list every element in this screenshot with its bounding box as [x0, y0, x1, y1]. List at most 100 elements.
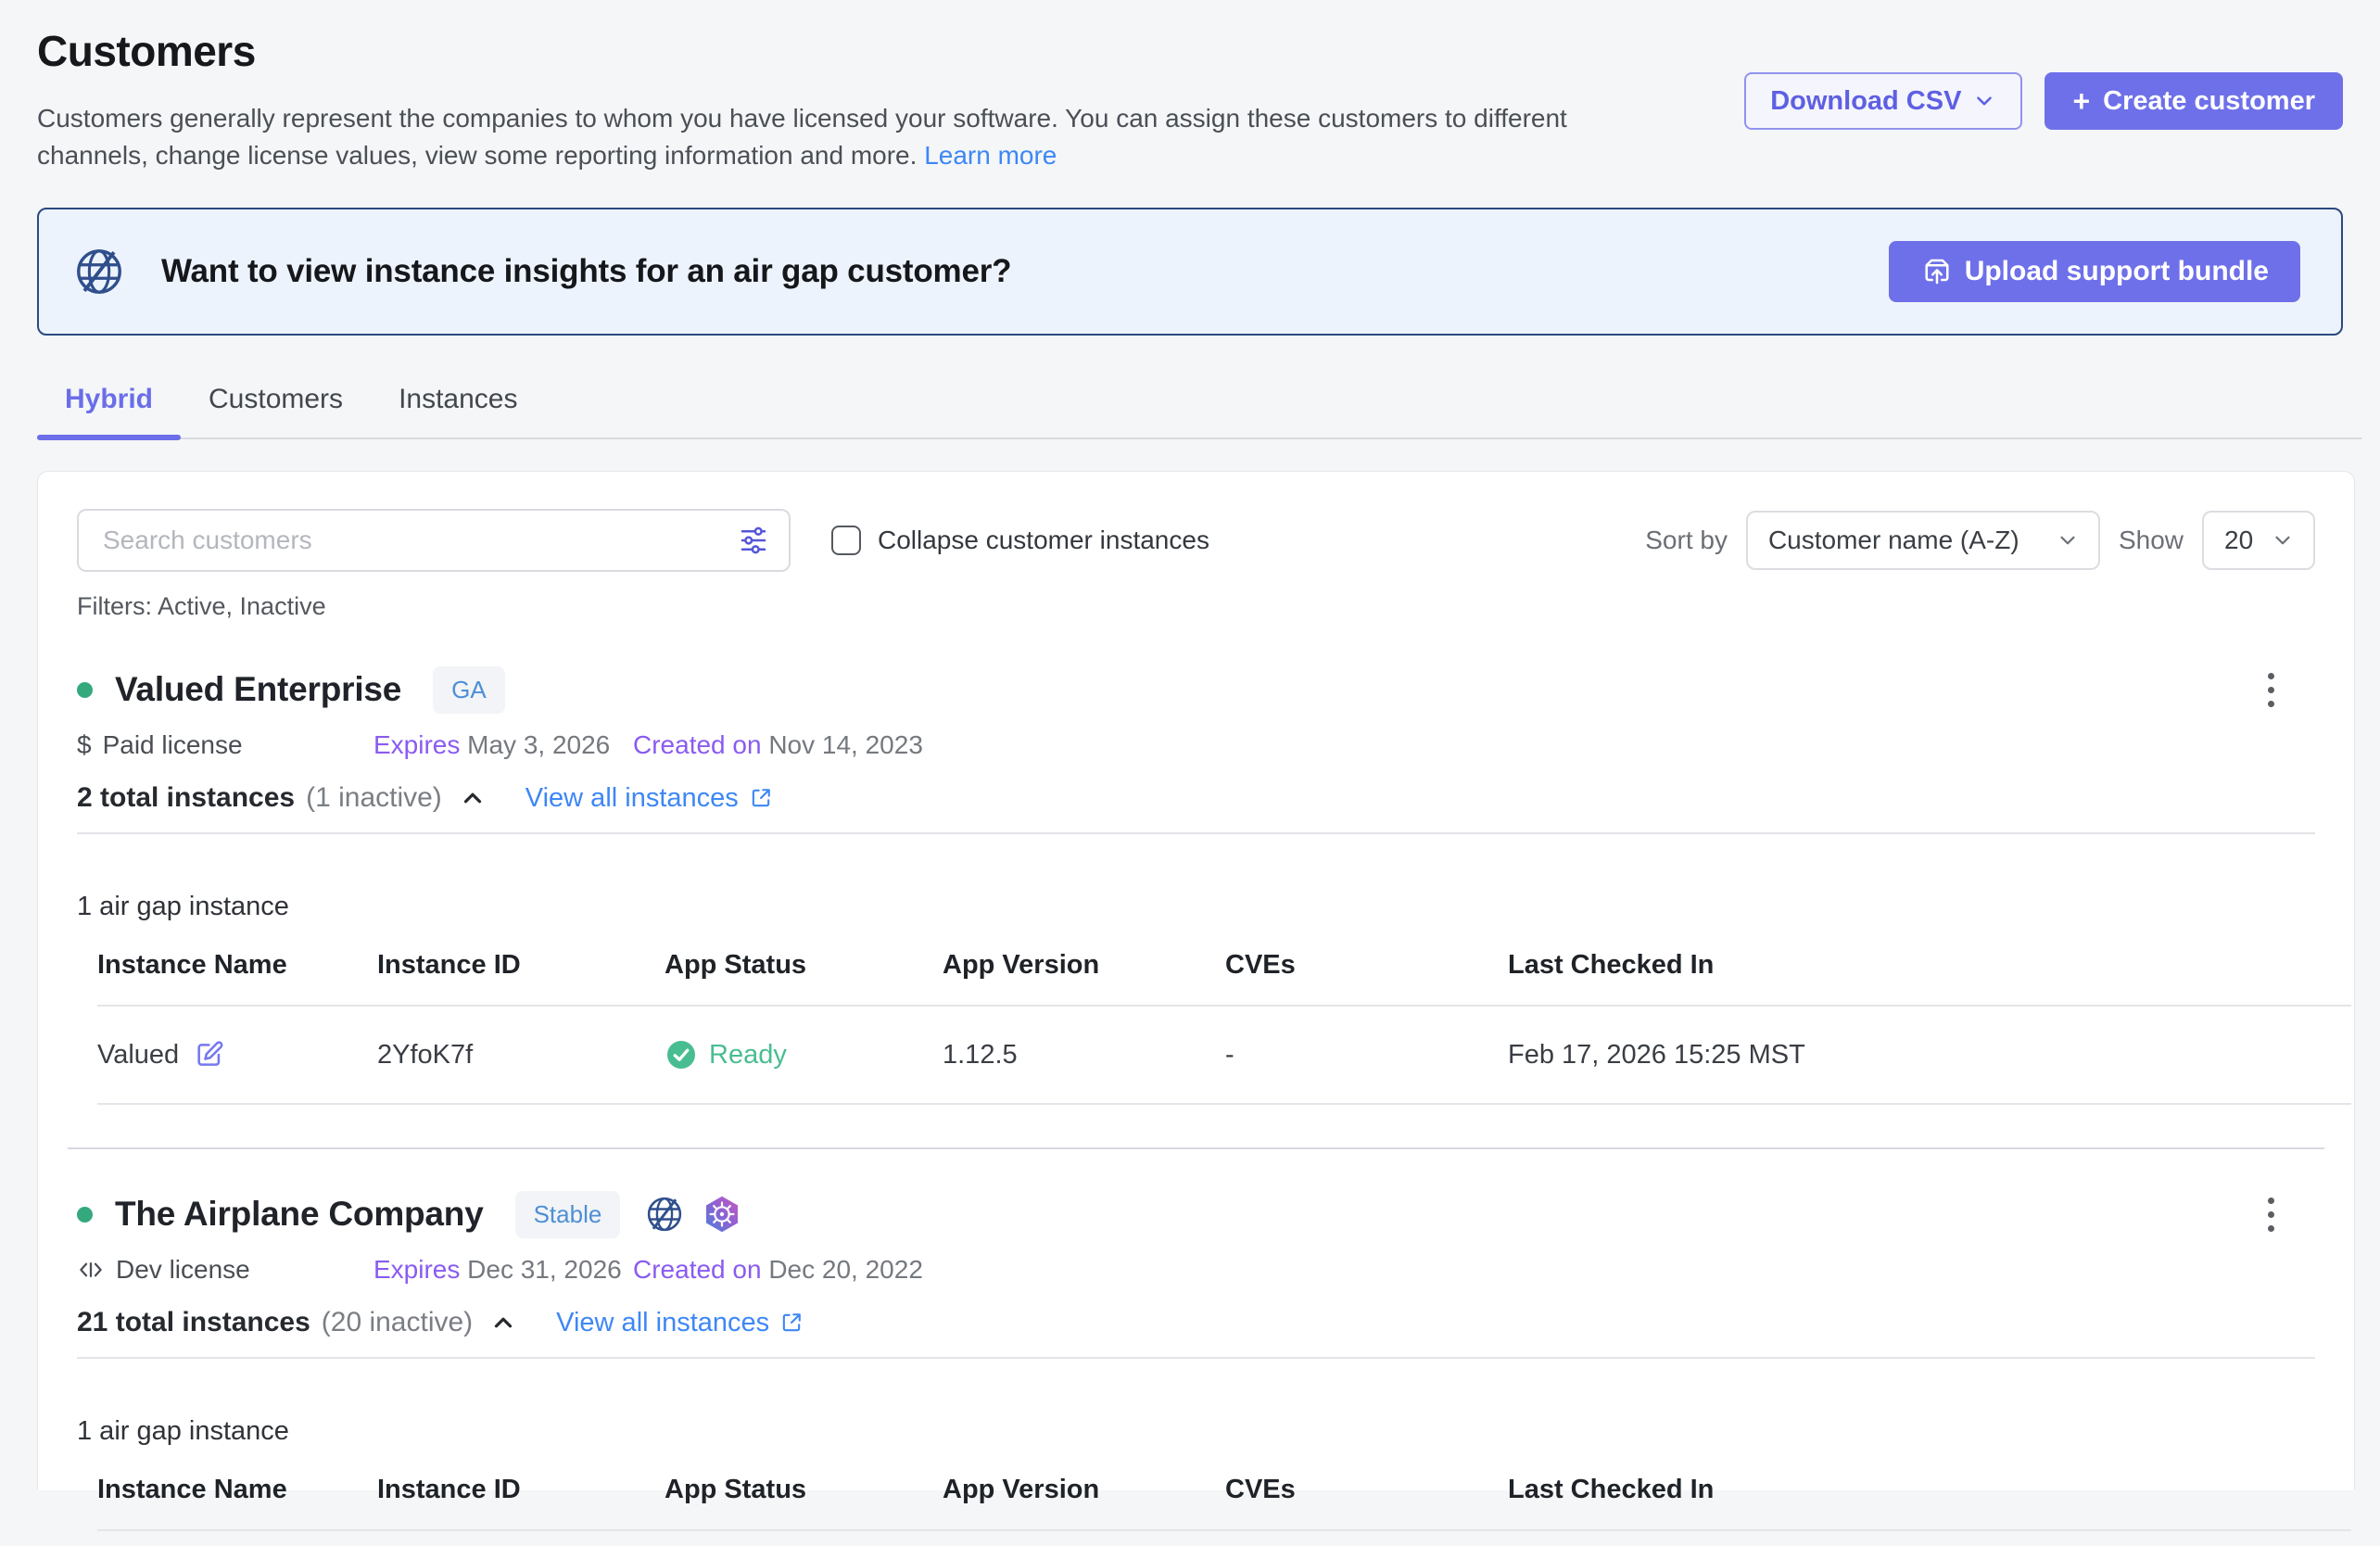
- customer-header: The Airplane Company Stable: [77, 1188, 2315, 1240]
- tab-instances[interactable]: Instances: [371, 384, 545, 437]
- chevron-up-icon[interactable]: [489, 1309, 517, 1337]
- kubernetes-icon: [702, 1194, 742, 1235]
- expires: Expires Dec 31, 2026: [373, 1255, 633, 1285]
- upload-icon: [1920, 255, 1954, 288]
- cves-value: -: [1225, 1006, 1508, 1104]
- expires-value: May 3, 2026: [467, 730, 610, 759]
- instances-table: Instance Name Instance ID App Status App…: [97, 950, 2351, 1105]
- active-status-dot: [77, 1207, 93, 1223]
- tab-hybrid[interactable]: Hybrid: [37, 384, 181, 437]
- dollar-icon: $: [77, 730, 92, 760]
- instance-name: Valued: [97, 1040, 179, 1071]
- last-checked-in: Feb 17, 2026 15:25 MST: [1508, 1006, 2351, 1104]
- divider: [77, 1357, 2315, 1359]
- license-type: Dev license: [77, 1255, 373, 1285]
- customer-name[interactable]: The Airplane Company: [115, 1195, 484, 1234]
- instances-table: Instance Name Instance ID App Status App…: [97, 1475, 2351, 1531]
- search-input[interactable]: [77, 509, 791, 572]
- created-on: Created on Nov 14, 2023: [633, 730, 923, 760]
- page-description-text: Customers generally represent the compan…: [37, 104, 1567, 170]
- sort-by-value: Customer name (A-Z): [1768, 526, 2019, 555]
- chevron-down-icon: [2271, 528, 2295, 552]
- col-cves: CVEs: [1225, 950, 1508, 1006]
- view-all-instances-link[interactable]: View all instances: [556, 1308, 804, 1338]
- divider: [77, 832, 2315, 834]
- chevron-up-icon[interactable]: [459, 784, 487, 812]
- customers-card: Collapse customer instances Sort by Cust…: [37, 471, 2355, 1490]
- expires-value: Dec 31, 2026: [467, 1255, 622, 1284]
- license-type-label: Paid license: [103, 730, 243, 760]
- airgap-globe-icon: [72, 245, 126, 298]
- instances-summary: 2 total instances (1 inactive) View all …: [77, 782, 2315, 814]
- airgap-banner: Want to view instance insights for an ai…: [37, 208, 2343, 336]
- search-wrap: [77, 509, 791, 572]
- show-value: 20: [2224, 526, 2253, 555]
- expires: Expires May 3, 2026: [373, 730, 633, 760]
- upload-support-bundle-label: Upload support bundle: [1965, 256, 2269, 287]
- customer-meta: Dev license Expires Dec 31, 2026 Created…: [77, 1255, 2315, 1285]
- expires-label: Expires: [373, 1255, 460, 1284]
- customer-type-icons: [644, 1194, 742, 1235]
- view-all-instances-link[interactable]: View all instances: [525, 783, 774, 814]
- inactive-instances: (20 inactive): [322, 1307, 473, 1338]
- customer-header: Valued Enterprise GA: [77, 664, 2315, 716]
- learn-more-link[interactable]: Learn more: [924, 141, 1057, 170]
- page-description: Customers generally represent the compan…: [37, 100, 1677, 174]
- instance-id: 2YfoK7f: [377, 1006, 665, 1104]
- code-icon: [77, 1256, 105, 1284]
- col-instance-name: Instance Name: [97, 950, 377, 1006]
- col-instance-id: Instance ID: [377, 950, 665, 1006]
- page-title: Customers: [37, 26, 1744, 76]
- sort-by-select[interactable]: Customer name (A-Z): [1746, 511, 2100, 570]
- external-link-icon: [748, 785, 774, 811]
- inactive-instances: (1 inactive): [306, 782, 442, 814]
- active-status-dot: [77, 682, 93, 698]
- instances-summary: 21 total instances (20 inactive) View al…: [77, 1307, 2315, 1338]
- tab-bar: Hybrid Customers Instances: [37, 384, 2361, 439]
- filter-sliders-icon[interactable]: [737, 524, 770, 557]
- col-last-checked-in: Last Checked In: [1508, 950, 2351, 1006]
- chevron-down-icon: [1972, 89, 1996, 113]
- customer-menu-button[interactable]: [2252, 1188, 2289, 1240]
- app-status-label: Ready: [709, 1040, 787, 1071]
- col-cves: CVEs: [1225, 1475, 1508, 1530]
- page-header: Customers Customers generally represent …: [37, 0, 2343, 174]
- download-csv-button[interactable]: Download CSV: [1744, 72, 2022, 130]
- collapse-instances-toggle[interactable]: Collapse customer instances: [831, 526, 1209, 555]
- filters-note: Filters: Active, Inactive: [77, 592, 2315, 621]
- view-all-instances-label: View all instances: [556, 1308, 769, 1338]
- collapse-instances-label: Collapse customer instances: [878, 526, 1209, 555]
- airgap-instance-note: 1 air gap instance: [77, 1416, 2315, 1447]
- license-type-label: Dev license: [116, 1255, 250, 1285]
- edit-icon[interactable]: [194, 1039, 225, 1071]
- table-header-row: Instance Name Instance ID App Status App…: [97, 950, 2351, 1006]
- show-label: Show: [2119, 526, 2184, 555]
- customers-page: Customers Customers generally represent …: [0, 0, 2380, 1490]
- created-on-label: Created on: [633, 1255, 762, 1284]
- list-toolbar: Collapse customer instances Sort by Cust…: [77, 509, 2315, 572]
- total-instances: 2 total instances: [77, 782, 295, 814]
- show-select[interactable]: 20: [2202, 511, 2315, 570]
- header-actions: Download CSV + Create customer: [1744, 72, 2343, 130]
- customer-section: The Airplane Company Stable: [77, 1188, 2315, 1531]
- total-instances: 21 total instances: [77, 1307, 310, 1338]
- license-type: $ Paid license: [77, 730, 373, 760]
- upload-support-bundle-button[interactable]: Upload support bundle: [1889, 241, 2300, 302]
- table-row: Valued 2YfoK7f: [97, 1006, 2351, 1104]
- sort-by-label: Sort by: [1645, 526, 1728, 555]
- external-link-icon: [779, 1310, 804, 1336]
- create-customer-button[interactable]: + Create customer: [2045, 72, 2343, 130]
- customer-name[interactable]: Valued Enterprise: [115, 670, 401, 709]
- collapse-instances-checkbox[interactable]: [831, 526, 861, 555]
- plus-icon: +: [2072, 84, 2090, 119]
- tab-customers[interactable]: Customers: [181, 384, 371, 437]
- airgap-instance-note: 1 air gap instance: [77, 892, 2315, 922]
- col-app-status: App Status: [665, 1475, 943, 1530]
- banner-title: Want to view instance insights for an ai…: [161, 253, 1011, 290]
- created-on: Created on Dec 20, 2022: [633, 1255, 923, 1285]
- airgap-globe-icon: [644, 1194, 685, 1235]
- expires-label: Expires: [373, 730, 460, 759]
- col-app-version: App Version: [943, 1475, 1225, 1530]
- customer-meta: $ Paid license Expires May 3, 2026 Creat…: [77, 730, 2315, 760]
- customer-menu-button[interactable]: [2252, 664, 2289, 716]
